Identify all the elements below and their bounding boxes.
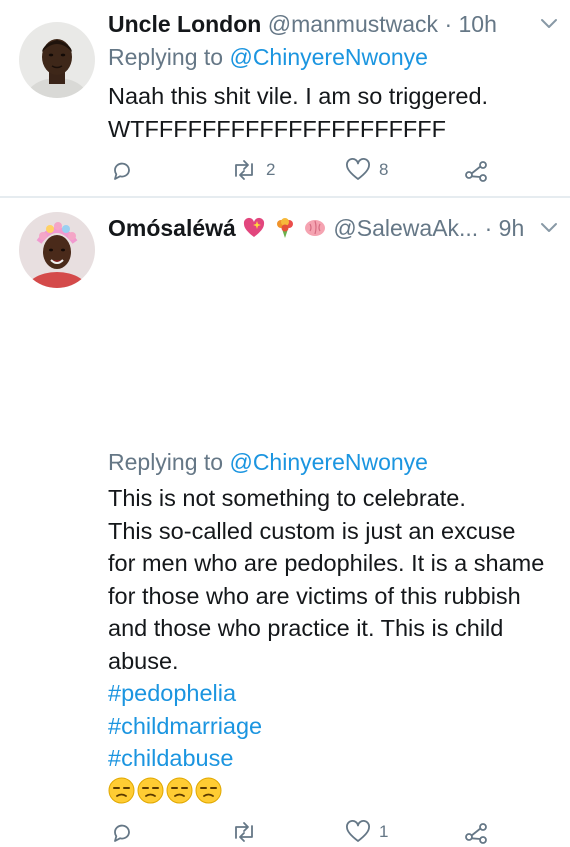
- retweet-button[interactable]: [230, 817, 258, 847]
- display-name[interactable]: Uncle London: [108, 11, 261, 37]
- chevron-down-icon[interactable]: [537, 213, 561, 243]
- like-count: 1: [379, 822, 389, 841]
- tweet-actions: 1: [108, 817, 568, 847]
- reply-icon: [110, 158, 134, 182]
- replying-to-label: Replying to: [108, 44, 224, 70]
- tweet-text-line: for men who are pedophiles. It is a sham…: [108, 550, 545, 576]
- unamused-face-emoji: [137, 777, 164, 804]
- replying-to: Replying to @ChinyereNwonye: [108, 42, 428, 72]
- tweet-text-line: and those who practice it. This is child: [108, 615, 504, 641]
- share-button[interactable]: [463, 155, 489, 185]
- tweet-text: This is not something to celebrate. This…: [108, 482, 568, 804]
- retweet-count: 2: [266, 160, 276, 179]
- retweet-button[interactable]: 2: [230, 155, 275, 185]
- tweet-header: Omósaléwá @SalewaAk... · 9h: [108, 213, 563, 243]
- brain-emoji: [303, 215, 333, 241]
- unamused-face-emoji: [108, 777, 135, 804]
- display-name[interactable]: Omósaléwá: [108, 215, 236, 241]
- reply-icon: [110, 820, 134, 844]
- like-count: 8: [379, 160, 389, 179]
- user-handle[interactable]: @manmustwack: [268, 11, 438, 37]
- share-button[interactable]: [463, 817, 489, 847]
- share-icon: [463, 820, 489, 844]
- hashtag-link[interactable]: #pedophelia: [108, 677, 568, 710]
- heart-icon: [345, 820, 371, 844]
- reply-button[interactable]: [110, 155, 134, 185]
- tweet-text-line: Naah this shit vile. I am so triggered.: [108, 83, 489, 109]
- like-button[interactable]: 8: [345, 155, 388, 185]
- tweet-text-line: This is not something to celebrate.: [108, 485, 466, 511]
- tweet-header: Uncle London @manmustwack · 10h: [108, 9, 563, 39]
- chevron-down-icon[interactable]: [537, 9, 561, 39]
- bouquet-emoji: [273, 215, 303, 241]
- retweet-icon: [230, 820, 258, 844]
- retweet-icon: [230, 158, 258, 182]
- reply-button[interactable]: [110, 817, 134, 847]
- like-button[interactable]: 1: [345, 817, 388, 847]
- tweet[interactable]: Uncle London @manmustwack · 10h Replying…: [0, 0, 570, 197]
- heart-icon: [345, 158, 371, 182]
- mention-link[interactable]: @ChinyereNwonye: [229, 44, 428, 70]
- hashtag-link[interactable]: #childabuse: [108, 742, 568, 775]
- hashtag-link[interactable]: #childmarriage: [108, 710, 568, 743]
- avatar[interactable]: [19, 22, 95, 98]
- avatar[interactable]: [19, 212, 95, 288]
- tweet-text: Naah this shit vile. I am so triggered. …: [108, 80, 568, 145]
- replying-to-label: Replying to: [108, 449, 224, 475]
- tweet[interactable]: Omósaléwá @SalewaAk... · 9h Replying to …: [0, 198, 570, 844]
- unamused-face-emoji: [166, 777, 193, 804]
- tweet-text-line: WTFFFFFFFFFFFFFFFFFFFFF: [108, 115, 446, 142]
- mention-link[interactable]: @ChinyereNwonye: [229, 449, 428, 475]
- unamused-face-emoji: [195, 777, 222, 804]
- replying-to: Replying to @ChinyereNwonye: [108, 447, 428, 477]
- separator-dot: ·: [444, 11, 453, 37]
- tweet-text-line: for those who are victims of this rubbis…: [108, 582, 521, 609]
- separator-dot: ·: [484, 215, 493, 241]
- tweet-actions: 2 8: [108, 155, 568, 185]
- user-handle[interactable]: @SalewaAk...: [333, 215, 478, 241]
- emoji-row: [108, 777, 568, 804]
- tweet-text-line: This so-called custom is just an excuse: [108, 517, 516, 544]
- sparkling-heart-emoji: [242, 215, 272, 241]
- share-icon: [463, 158, 489, 182]
- timestamp[interactable]: 9h: [499, 215, 525, 241]
- timestamp[interactable]: 10h: [459, 11, 497, 37]
